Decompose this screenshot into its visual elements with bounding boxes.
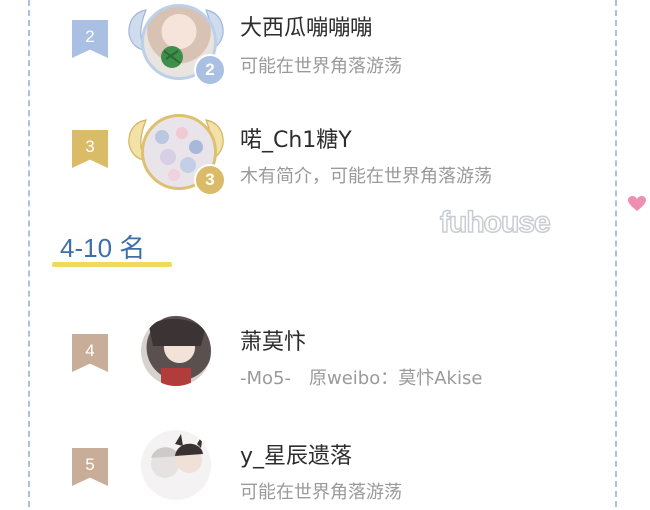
user-bio: 木有简介，可能在世界角落游荡 [240, 166, 492, 187]
user-bio: -Mo5- 原weibo：莫忭Akise [240, 368, 483, 389]
user-name[interactable]: 大西瓜嘣嘣嘣 [240, 10, 372, 42]
rank-number: 4 [85, 341, 95, 360]
ranking-row-4[interactable]: 4 萧莫忭 -Mo5- 原weibo：莫忭Akise [0, 304, 650, 394]
user-name[interactable]: 喏_Ch1糖Y [240, 122, 352, 154]
rank-badge: 2 [72, 20, 108, 58]
medal-number: 3 [205, 170, 215, 189]
avatar[interactable] [141, 430, 211, 500]
section-underline [52, 262, 172, 267]
avatar-frame-gold[interactable]: 3 [128, 106, 226, 202]
heart-icon [628, 196, 646, 211]
rank-number: 3 [85, 137, 95, 156]
rank-number: 2 [85, 27, 95, 46]
rank-badge: 3 [72, 130, 108, 168]
avatar-illustration [149, 318, 205, 386]
ranking-row-2[interactable]: 2 2 大西瓜嘣嘣嘣 可能在世界角落游荡 [0, 0, 650, 86]
medal-badge: 2 [194, 54, 226, 86]
medal-number: 2 [205, 60, 215, 79]
ranking-row-3[interactable]: 3 3 喏_Ch1糖Y 木有简介，可能在世界角落游荡 [0, 100, 650, 196]
user-name[interactable]: 萧莫忭 [240, 324, 306, 356]
avatar-illustration [151, 434, 203, 478]
rank-badge: 5 [72, 448, 108, 486]
rank-number: 5 [85, 455, 95, 474]
section-title: 4-10 名 [60, 233, 146, 263]
user-bio: 可能在世界角落游荡 [240, 482, 402, 503]
avatar-frame-silver[interactable]: 2 [128, 0, 226, 92]
user-name[interactable]: y_星辰遗落 [240, 438, 352, 470]
watermark-logo: fuhouse [439, 205, 551, 240]
medal-badge: 3 [194, 164, 226, 196]
user-bio: 可能在世界角落游荡 [240, 56, 402, 77]
ranking-row-5[interactable]: 5 y_星辰遗落 可能在世界角落游荡 [0, 420, 650, 510]
avatar[interactable] [141, 316, 211, 386]
rank-badge: 4 [72, 334, 108, 372]
